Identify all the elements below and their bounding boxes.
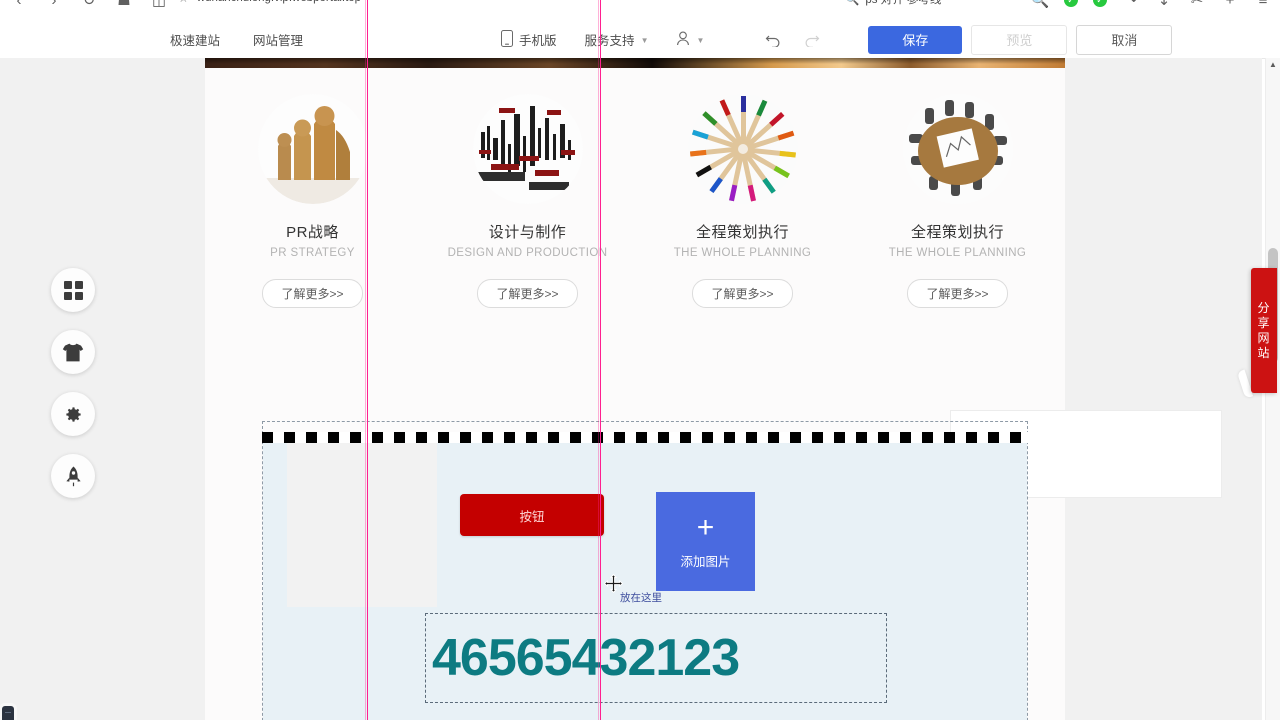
search-query: ps 对齐 参考线 xyxy=(865,0,942,6)
split-screen-icon[interactable]: ◫ xyxy=(150,0,168,9)
service-card[interactable]: 全程策划执行 THE WHOLE PLANNING 了解更多>> xyxy=(850,94,1065,308)
service-card-subtitle: PR STRATEGY xyxy=(270,247,355,259)
selection-dashed-border xyxy=(262,421,1028,720)
banner-image-strip xyxy=(205,58,1065,68)
scroll-up-arrow-icon[interactable]: ▲ xyxy=(1266,60,1280,69)
share-char: 网 xyxy=(1257,330,1271,345)
forward-icon[interactable]: › xyxy=(45,0,63,9)
editor-center-actions: 手机版 服务支持 ▼ ▼ xyxy=(487,29,718,50)
mobile-phone-icon xyxy=(501,29,514,50)
mobile-view-label: 手机版 xyxy=(519,34,557,48)
sidebar-item-theme[interactable] xyxy=(51,330,95,374)
team-silhouette-image xyxy=(257,94,368,204)
editor-nav: 极速建站 网站管理 xyxy=(170,30,303,49)
preview-button[interactable]: 预览 xyxy=(971,24,1068,55)
share-char: 分 xyxy=(1257,300,1271,315)
cancel-button[interactable]: 取消 xyxy=(1076,24,1173,55)
rocket-icon xyxy=(65,466,82,487)
color-pencils-image xyxy=(687,94,798,204)
user-icon xyxy=(676,31,690,49)
move-cursor-icon xyxy=(603,573,624,594)
word-cloud-image xyxy=(472,94,583,204)
service-card-subtitle: DESIGN AND PRODUCTION xyxy=(447,247,608,259)
gear-icon xyxy=(64,405,83,424)
back-icon[interactable]: ‹ xyxy=(10,0,28,9)
share-website-tab[interactable]: 分 享 网 站 xyxy=(1251,268,1277,393)
service-support-menu[interactable]: 服务支持 ▼ xyxy=(571,30,663,49)
reload-icon[interactable]: ↻ xyxy=(80,0,98,9)
service-cards-row: PR战略 PR STRATEGY 了解更多>> 设计与制作 DESIGN AND… xyxy=(205,94,1065,308)
selected-module[interactable]: 按钮 + 添加图片 放在这里 46565432123 xyxy=(262,421,1028,720)
sidebar-item-modules[interactable] xyxy=(51,268,95,312)
service-card[interactable]: 设计与制作 DESIGN AND PRODUCTION 了解更多>> xyxy=(420,94,635,308)
share-char: 享 xyxy=(1257,315,1271,330)
history-controls xyxy=(754,27,830,53)
learn-more-button[interactable]: 了解更多>> xyxy=(477,279,578,308)
nav-item-site-builder[interactable]: 极速建站 xyxy=(170,30,220,49)
service-support-label: 服务支持 xyxy=(584,34,635,48)
mini-widget-line xyxy=(5,712,11,713)
share-char: 站 xyxy=(1257,345,1271,360)
service-card-title: 设计与制作 xyxy=(488,224,567,241)
add-icon[interactable]: + xyxy=(1221,0,1239,9)
mini-status-widget[interactable] xyxy=(2,706,14,720)
history-icon[interactable]: ↷ xyxy=(1122,0,1140,9)
service-card-subtitle: THE WHOLE PLANNING xyxy=(888,247,1027,259)
meeting-table-image xyxy=(902,94,1013,204)
nav-item-site-manage[interactable]: 网站管理 xyxy=(253,30,303,49)
sidebar-item-publish[interactable] xyxy=(51,454,95,498)
learn-more-button[interactable]: 了解更多>> xyxy=(692,279,793,308)
search-icon[interactable]: 🔍 xyxy=(1031,0,1050,9)
address-bar-url: wuhanchulong.vip.webportal.top xyxy=(197,0,361,4)
download-icon[interactable]: ↧ xyxy=(1155,0,1173,9)
home-icon[interactable]: ☗ xyxy=(115,0,133,9)
browser-nav-icons: ‹ › ↻ ☗ ◫ xyxy=(10,0,168,9)
rail-button-group xyxy=(51,268,95,498)
learn-more-button[interactable]: 了解更多>> xyxy=(262,279,363,308)
tshirt-icon xyxy=(62,343,84,362)
account-menu[interactable]: ▼ xyxy=(662,31,718,49)
editor-canvas: PR战略 PR STRATEGY 了解更多>> 设计与制作 DESIGN AND… xyxy=(148,58,1262,720)
website-page: PR战略 PR STRATEGY 了解更多>> 设计与制作 DESIGN AND… xyxy=(205,58,1222,720)
service-card[interactable]: PR战略 PR STRATEGY 了解更多>> xyxy=(205,94,420,308)
learn-more-button[interactable]: 了解更多>> xyxy=(907,279,1008,308)
save-button[interactable]: 保存 xyxy=(868,25,963,54)
scissors-icon[interactable]: ✂ xyxy=(1188,0,1206,9)
search-box[interactable]: 🔍 ps 对齐 参考线 xyxy=(845,0,941,7)
share-panel-handle[interactable] xyxy=(1239,370,1251,398)
shield-icon[interactable]: ✓ xyxy=(1093,0,1107,7)
chevron-down-icon: ▼ xyxy=(640,36,649,45)
undo-button[interactable] xyxy=(754,27,792,53)
left-rail xyxy=(0,58,148,720)
service-card-title: 全程策划执行 xyxy=(910,224,1004,241)
mobile-view-button[interactable]: 手机版 xyxy=(487,29,571,50)
shield-icon[interactable]: ✓ xyxy=(1064,0,1078,7)
service-card-title: 全程策划执行 xyxy=(695,224,789,241)
search-icon: 🔍 xyxy=(845,0,860,6)
service-card[interactable]: 全程策划执行 THE WHOLE PLANNING 了解更多>> xyxy=(635,94,850,308)
bookmark-star-icon[interactable]: ☆ xyxy=(178,0,189,5)
browser-chrome-strip: ‹ › ↻ ☗ ◫ ☆ wuhanchulong.vip.webportal.t… xyxy=(0,0,1280,22)
editor-root: ‹ › ↻ ☗ ◫ ☆ wuhanchulong.vip.webportal.t… xyxy=(0,0,1280,720)
chevron-down-icon: ▼ xyxy=(696,36,705,45)
sidebar-item-settings[interactable] xyxy=(51,392,95,436)
address-bar[interactable]: ☆ wuhanchulong.vip.webportal.top xyxy=(178,0,361,5)
redo-button[interactable] xyxy=(792,27,830,53)
service-card-title: PR战略 xyxy=(286,224,339,241)
menu-icon[interactable]: ≡ xyxy=(1254,0,1272,9)
editor-toolbar: 极速建站 网站管理 手机版 服务支持 ▼ ▼ 保存 预览 取消 xyxy=(0,21,1280,59)
editor-action-buttons: 保存 预览 取消 xyxy=(868,24,1173,55)
service-card-subtitle: THE WHOLE PLANNING xyxy=(673,247,812,259)
browser-right-icons: 🔍 ✓ ✓ ↷ ↧ ✂ + ≡ xyxy=(1031,0,1272,9)
grid-icon xyxy=(63,280,83,300)
